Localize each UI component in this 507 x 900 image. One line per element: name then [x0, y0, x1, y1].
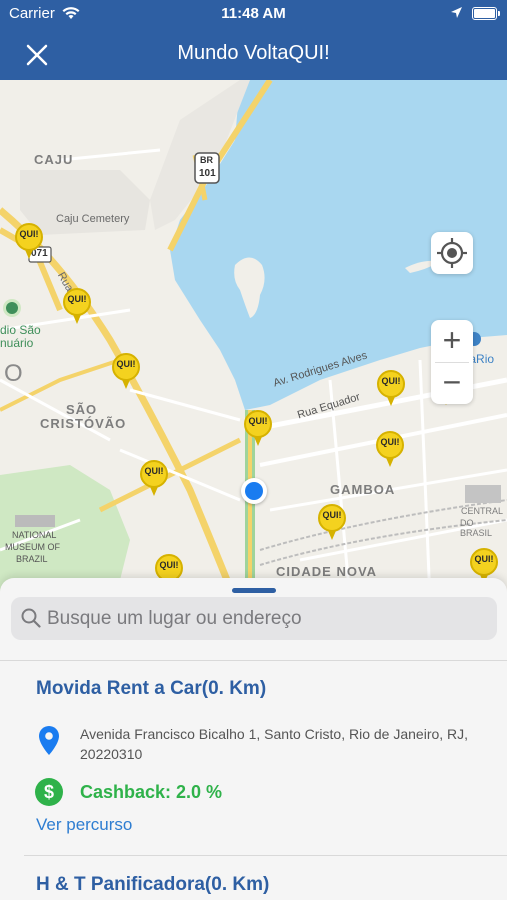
- map-label-sao: SÃO: [66, 402, 98, 417]
- sheet-grabber[interactable]: [232, 588, 276, 593]
- qui-map-pin[interactable]: QUI!: [244, 410, 272, 448]
- map-label-gamboa: GAMBOA: [330, 482, 396, 497]
- divider: [0, 660, 507, 661]
- zoom-control: + −: [431, 320, 473, 404]
- route-link[interactable]: Ver percurso: [36, 815, 132, 835]
- qui-map-pin[interactable]: QUI!: [377, 370, 405, 408]
- place-name[interactable]: H & T Panificadora(0. Km): [36, 874, 269, 896]
- cashback-label: Cashback: 2.0 %: [80, 782, 223, 802]
- user-location-dot: [241, 478, 267, 504]
- map-label-br: BR: [200, 155, 213, 165]
- search-placeholder: Busque um lugar ou endereço: [47, 608, 302, 629]
- cashback-icon: $: [35, 778, 63, 806]
- qui-map-pin[interactable]: QUI!: [63, 288, 91, 326]
- nav-bar: Mundo VoltaQUI!: [0, 28, 507, 80]
- map-label-caju: CAJU: [34, 152, 74, 167]
- place-name[interactable]: Movida Rent a Car(0. Km): [36, 678, 266, 700]
- locate-me-button[interactable]: [431, 232, 473, 274]
- qui-map-pin[interactable]: QUI!: [140, 460, 168, 498]
- qui-map-pin[interactable]: QUI!: [376, 431, 404, 469]
- qui-map-pin[interactable]: QUI!: [15, 223, 43, 261]
- location-pin-icon: [39, 726, 59, 755]
- map-label-museum-2: MUSEUM OF: [5, 542, 60, 552]
- zoom-out-button[interactable]: −: [431, 362, 473, 404]
- map-label-cidade-nova: CIDADE NOVA: [276, 564, 378, 579]
- map-label-central-1: CENTRAL: [461, 506, 504, 516]
- status-bar: Carrier 11:48 AM: [0, 0, 507, 28]
- bottom-sheet: Busque um lugar ou endereço Movida Rent …: [0, 578, 507, 900]
- clock: 11:48 AM: [221, 5, 286, 22]
- map-label-estadio-1: dio São: [0, 323, 41, 337]
- map-label-museum-1: NATIONAL: [12, 530, 57, 540]
- map-label-o: O: [4, 360, 24, 387]
- search-input[interactable]: Busque um lugar ou endereço: [11, 597, 497, 640]
- location-arrow-icon: [451, 7, 462, 18]
- map-label-estadio-2: nuário: [0, 336, 34, 350]
- qui-map-pin[interactable]: QUI!: [318, 504, 346, 542]
- search-icon: [21, 608, 41, 628]
- qui-map-pin[interactable]: QUI!: [112, 353, 140, 391]
- map-label-museum-3: BRAZIL: [16, 554, 48, 564]
- map-label-cristovao: CRISTÓVÃO: [40, 416, 127, 431]
- map-label-br-number: 101: [199, 168, 216, 179]
- page-title: Mundo VoltaQUI!: [177, 42, 330, 64]
- place-address: Avenida Francisco Bicalho 1, Santo Crist…: [80, 726, 469, 762]
- zoom-in-button[interactable]: +: [431, 320, 473, 362]
- map-view[interactable]: CAJU Caju Cemetery BR 101 071 Rua dio Sã…: [0, 80, 507, 600]
- map-label-caju-cemetery: Caju Cemetery: [56, 213, 130, 225]
- crosshair-icon: [437, 238, 467, 268]
- divider: [24, 855, 507, 856]
- map-label-central-2: DO BRASIL: [460, 518, 493, 538]
- battery-icon: [472, 7, 500, 20]
